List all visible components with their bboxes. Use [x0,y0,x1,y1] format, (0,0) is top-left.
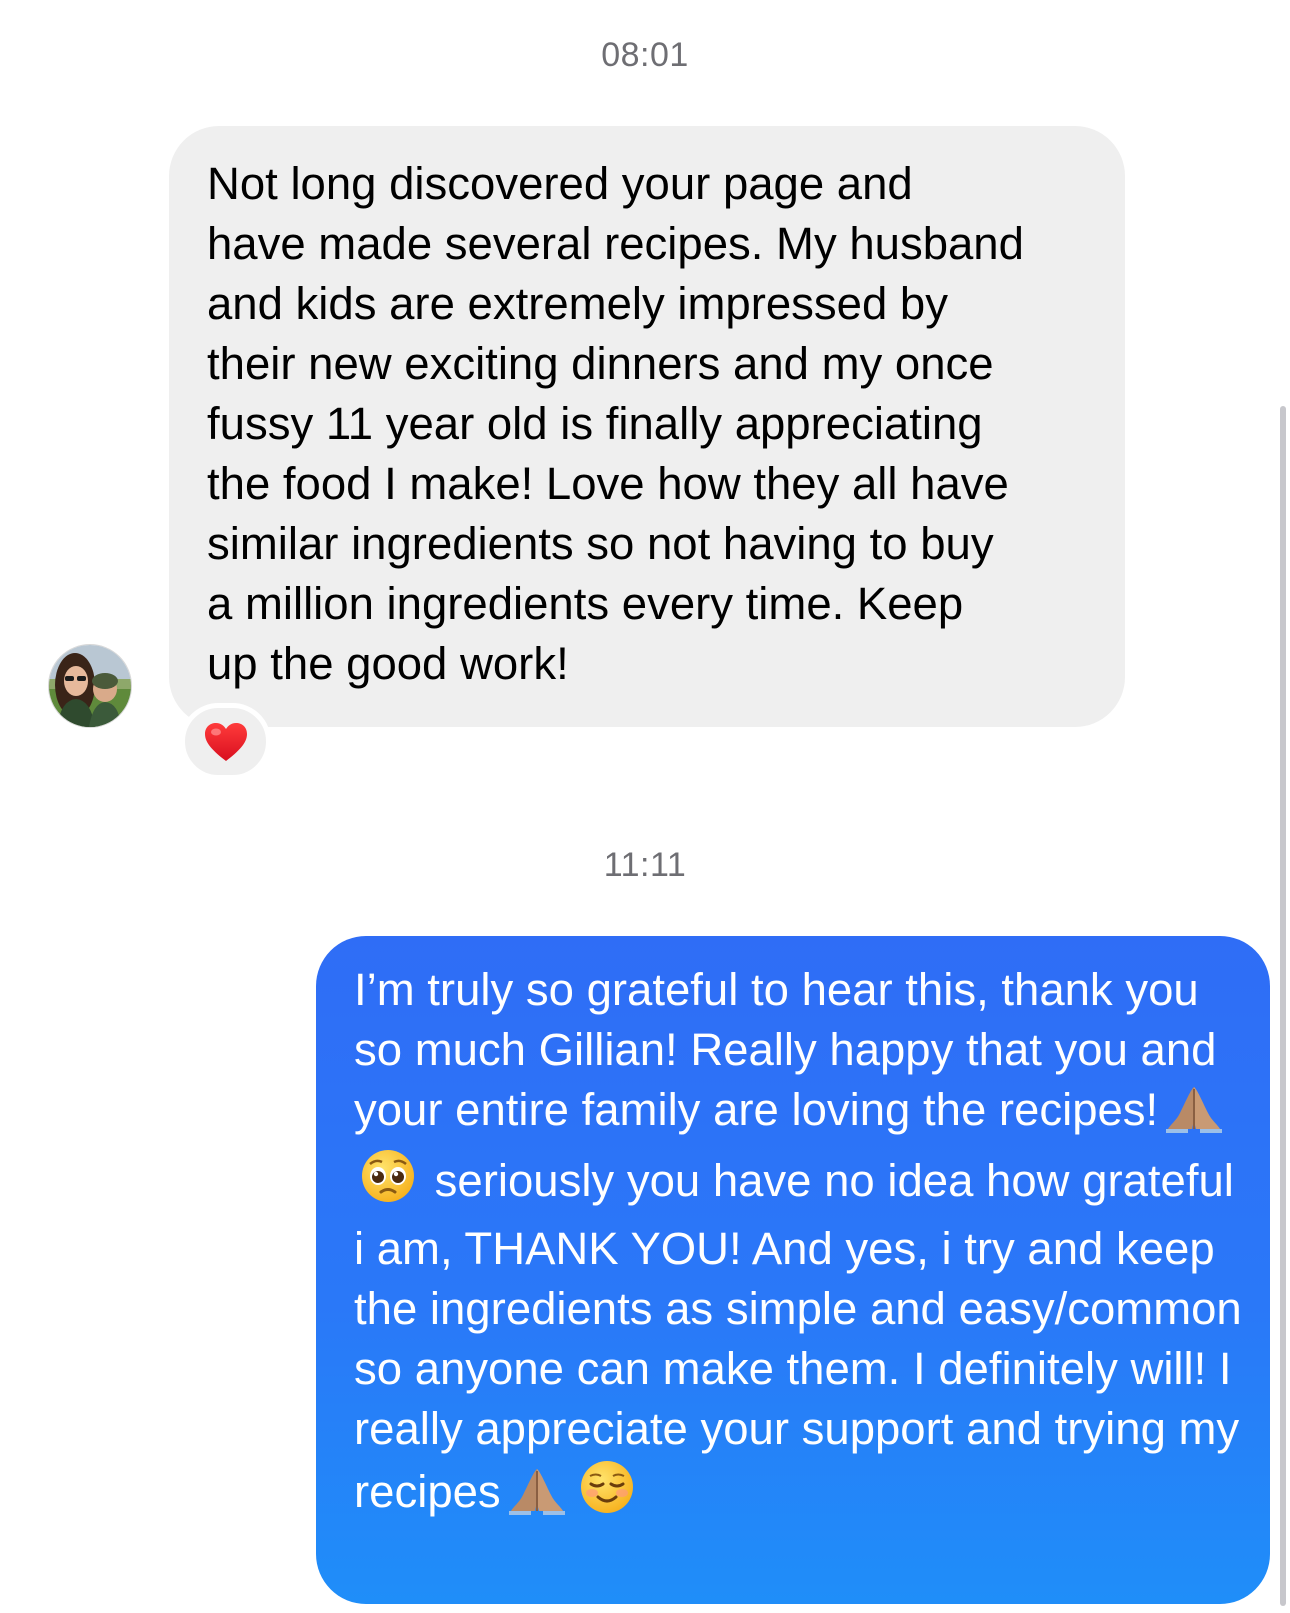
scrollbar[interactable] [1280,406,1286,1606]
chat-screen: 08:01 Not long discovered your page and … [0,0,1290,1613]
heart-reaction[interactable] [180,703,271,780]
smiling-face-icon [579,1459,635,1530]
message-text-part-2: seriously you have no idea how grateful … [354,1155,1242,1517]
message-text-part-1: I’m truly so grateful to hear this, than… [354,964,1217,1135]
outgoing-message-text: I’m truly so grateful to hear this, than… [354,960,1242,1530]
message-timestamp: 11:11 [603,846,687,884]
sender-avatar[interactable] [48,644,132,728]
message-timestamp: 08:01 [601,36,689,74]
folded-hands-icon [1164,1083,1224,1148]
pleading-face-icon [360,1148,416,1219]
outgoing-message-bubble[interactable]: I’m truly so grateful to hear this, than… [316,936,1270,1604]
avatar-photo [49,645,131,727]
folded-hands-icon [507,1465,567,1530]
incoming-message-bubble[interactable]: Not long discovered your page and have m… [169,126,1125,727]
heart-icon [204,722,247,761]
